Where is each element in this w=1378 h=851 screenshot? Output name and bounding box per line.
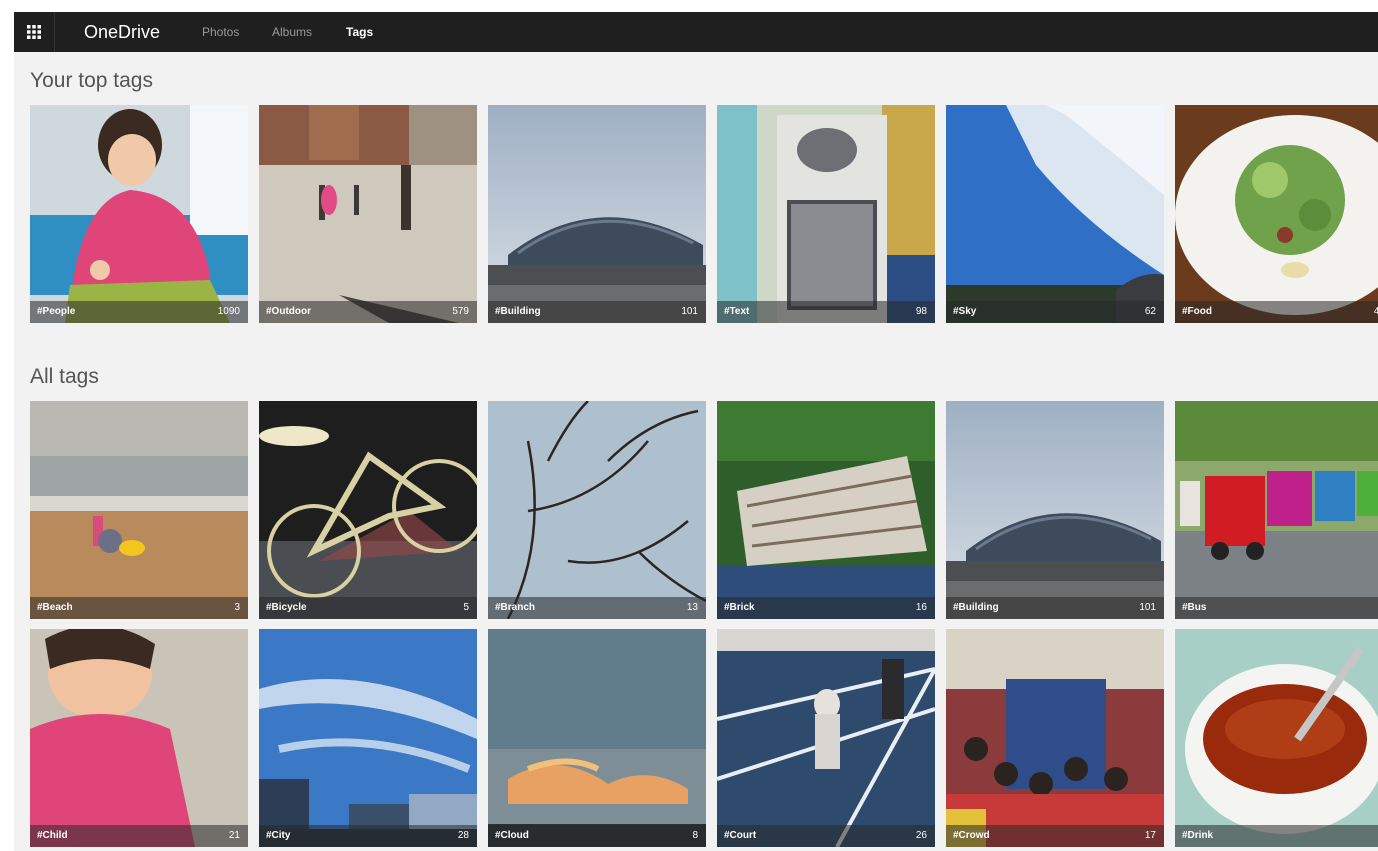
tag-tile[interactable]: #Text 98 <box>717 105 935 323</box>
brand-name[interactable]: OneDrive <box>84 12 160 52</box>
tag-label: #Beach <box>37 602 73 613</box>
tag-thumbnail <box>946 105 1164 323</box>
tag-tile[interactable]: #Bicycle 5 <box>259 401 477 619</box>
tile-caption: #Court 26 <box>717 825 935 847</box>
tile-caption: #Crowd 17 <box>946 825 1164 847</box>
tile-caption: #Food 41 <box>1175 301 1378 323</box>
tag-count: 26 <box>915 830 927 841</box>
tile-caption: #Beach 3 <box>30 597 248 619</box>
tag-thumbnail <box>488 105 706 323</box>
tag-thumbnail <box>946 629 1164 847</box>
tile-caption: #Outdoor 579 <box>259 301 477 323</box>
tag-tile[interactable]: #Brick 16 <box>717 401 935 619</box>
tag-count: 13 <box>686 602 698 613</box>
tag-label: #Bicycle <box>266 602 307 613</box>
tag-thumbnail <box>30 629 248 847</box>
tag-label: #Cloud <box>495 830 529 841</box>
tag-count: 28 <box>457 830 469 841</box>
tag-tile[interactable]: #Building 101 <box>946 401 1164 619</box>
nav-tags[interactable]: Tags <box>346 12 373 52</box>
tag-count: 5 <box>463 602 469 613</box>
tag-thumbnail <box>717 629 935 847</box>
tag-thumbnail <box>717 105 935 323</box>
onedrive-window: OneDrive Photos Albums Tags Your top tag… <box>14 12 1378 851</box>
tile-caption: #Branch 13 <box>488 597 706 619</box>
tile-caption: #Sky 62 <box>946 301 1164 323</box>
tag-thumbnail <box>259 105 477 323</box>
tag-count: 8 <box>692 830 698 841</box>
tag-thumbnail <box>259 401 477 619</box>
tag-label: #Sky <box>953 306 977 317</box>
tag-tile[interactable]: #Court 26 <box>717 629 935 847</box>
tag-label: #Brick <box>724 602 755 613</box>
tag-thumbnail <box>1175 105 1378 323</box>
tag-count: 101 <box>681 306 698 317</box>
nav-albums[interactable]: Albums <box>272 12 312 52</box>
tag-label: #Court <box>724 830 757 841</box>
tag-tile[interactable]: #Cloud 8 <box>488 629 706 847</box>
tag-thumbnail <box>1175 629 1378 847</box>
tag-thumbnail <box>30 401 248 619</box>
tag-count: 579 <box>452 306 469 317</box>
tag-count: 3 <box>234 602 240 613</box>
tag-tile[interactable]: #Building 101 <box>488 105 706 323</box>
app-launcher-icon[interactable] <box>14 12 55 52</box>
tag-label: #Building <box>953 602 999 613</box>
tag-thumbnail <box>946 401 1164 619</box>
tag-tile[interactable]: #People 1090 <box>30 105 248 323</box>
tag-count: 17 <box>1144 830 1156 841</box>
tag-tile[interactable]: #City 28 <box>259 629 477 847</box>
tag-label: #People <box>37 306 76 317</box>
top-tags-heading: Your top tags <box>30 69 153 92</box>
tile-caption: #City 28 <box>259 825 477 847</box>
tag-label: #Crowd <box>953 830 990 841</box>
tag-label: #Bus <box>1182 602 1207 613</box>
tag-thumbnail <box>488 629 706 847</box>
tag-label: #Text <box>724 306 750 317</box>
tag-label: #Building <box>495 306 541 317</box>
tag-tile[interactable]: #Crowd 17 <box>946 629 1164 847</box>
tile-caption: #People 1090 <box>30 301 248 323</box>
tag-thumbnail <box>30 105 248 323</box>
tag-label: #Food <box>1182 306 1212 317</box>
tile-caption: #Text 98 <box>717 301 935 323</box>
tile-caption: #Building 101 <box>488 301 706 323</box>
tag-tile[interactable]: #Drink <box>1175 629 1378 847</box>
tag-tile[interactable]: #Beach 3 <box>30 401 248 619</box>
tag-tile[interactable]: #Outdoor 579 <box>259 105 477 323</box>
tag-label: #City <box>266 830 291 841</box>
tag-tile[interactable]: #Branch 13 <box>488 401 706 619</box>
tag-label: #Branch <box>495 602 536 613</box>
tile-caption: #Drink <box>1175 825 1378 847</box>
tag-thumbnail <box>259 629 477 847</box>
tile-caption: #Building 101 <box>946 597 1164 619</box>
tag-count: 98 <box>915 306 927 317</box>
top-bar: OneDrive Photos Albums Tags <box>14 12 1378 52</box>
tag-label: #Drink <box>1182 830 1214 841</box>
all-tags-heading: All tags <box>30 365 99 388</box>
tag-count: 1090 <box>217 306 240 317</box>
tag-thumbnail <box>488 401 706 619</box>
tag-label: #Outdoor <box>266 306 311 317</box>
tag-tile[interactable]: #Food 41 <box>1175 105 1378 323</box>
tag-count: 62 <box>1144 306 1156 317</box>
tile-caption: #Bicycle 5 <box>259 597 477 619</box>
tag-thumbnail <box>717 401 935 619</box>
tag-tile[interactable]: #Child 21 <box>30 629 248 847</box>
tag-count: 21 <box>228 830 240 841</box>
tile-caption: #Cloud 8 <box>488 825 706 847</box>
tag-count: 101 <box>1139 602 1156 613</box>
tile-caption: #Bus <box>1175 597 1378 619</box>
nav-photos[interactable]: Photos <box>202 12 239 52</box>
tag-tile[interactable]: #Bus <box>1175 401 1378 619</box>
tile-caption: #Brick 16 <box>717 597 935 619</box>
tag-label: #Child <box>37 830 68 841</box>
tag-tile[interactable]: #Sky 62 <box>946 105 1164 323</box>
tag-thumbnail <box>1175 401 1378 619</box>
tag-count: 41 <box>1373 306 1378 317</box>
tag-count: 16 <box>915 602 927 613</box>
tile-caption: #Child 21 <box>30 825 248 847</box>
